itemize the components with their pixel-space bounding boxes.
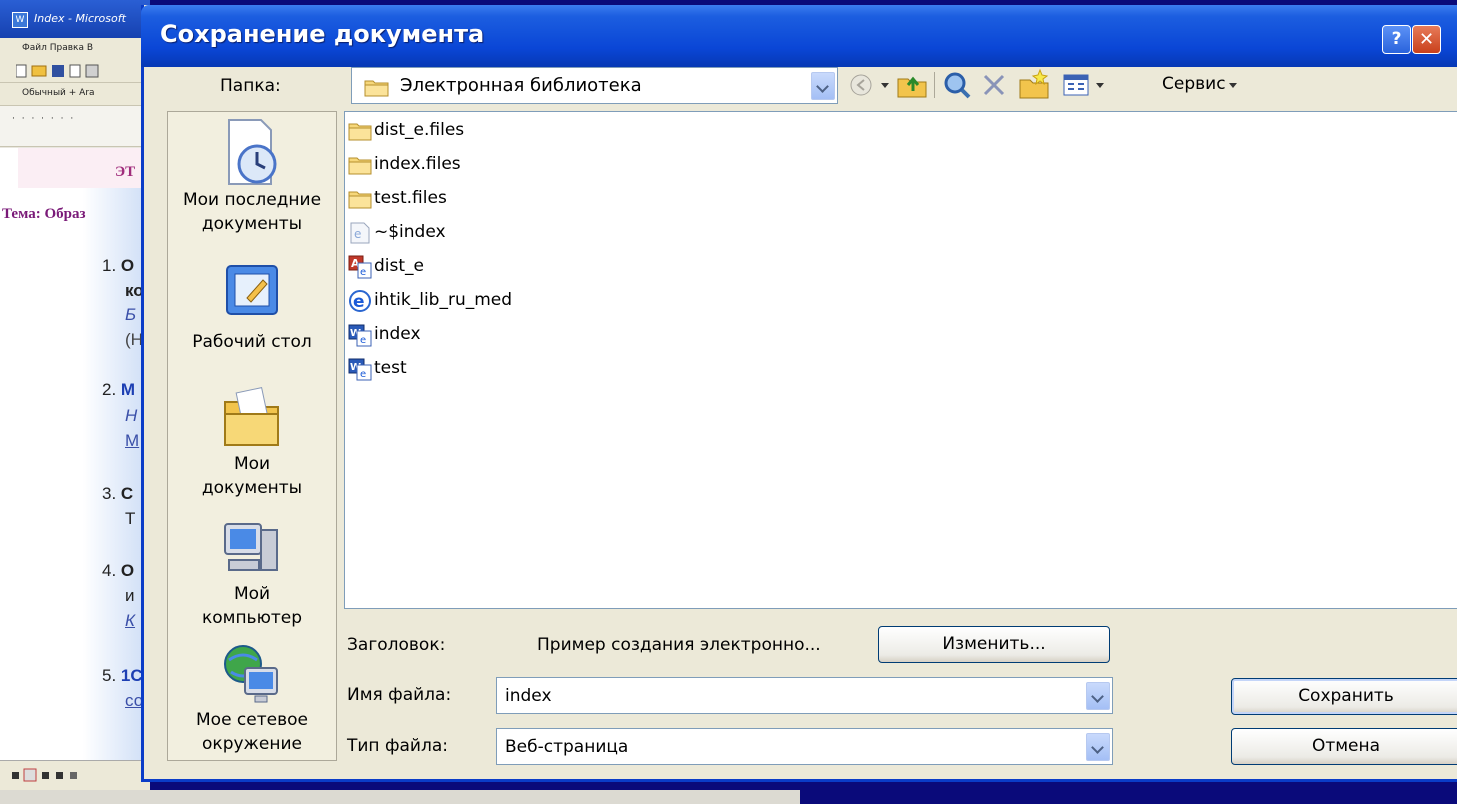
background-ruler: · · · · · · · — [0, 106, 150, 147]
change-title-button[interactable]: Изменить... — [878, 626, 1110, 663]
back-dropdown-icon[interactable] — [881, 83, 889, 88]
folder-value: Электронная библиотека — [400, 75, 642, 96]
file-list[interactable]: dist_e.files index.files test.files e ~$… — [344, 111, 1457, 609]
my-computer-icon — [224, 523, 278, 571]
ie-page-icon: e — [350, 222, 370, 244]
svg-text:e: e — [360, 335, 366, 346]
access-icon: Ae — [348, 255, 372, 279]
folder-icon — [364, 80, 389, 97]
dialog-title-bar[interactable]: Сохранение документа ? ✕ — [141, 5, 1457, 67]
background-toolbar[interactable] — [0, 60, 150, 83]
folder-icon — [348, 123, 372, 141]
background-window-title: Index - Microsoft — [34, 12, 126, 25]
place-my-computer[interactable]: Мой компьютер — [168, 516, 336, 630]
up-folder-icon[interactable] — [896, 71, 928, 99]
dialog-title: Сохранение документа — [160, 20, 485, 48]
my-documents-icon — [224, 387, 279, 446]
toolbar-icons — [15, 63, 126, 82]
folder-icon — [348, 157, 372, 175]
desktop-icon — [226, 265, 278, 315]
filename-label: Имя файла: — [347, 685, 452, 705]
background-menu-bar[interactable]: Файл Правка В — [0, 38, 150, 61]
background-status-bar — [0, 790, 800, 804]
place-desktop[interactable]: Рабочий стол — [168, 258, 336, 354]
style-box[interactable]: Обычный + Ara — [22, 88, 95, 98]
title-value: Пример создания электронно... — [537, 635, 821, 655]
filename-dropdown-arrow[interactable] — [1086, 682, 1110, 710]
background-view-buttons[interactable] — [0, 760, 150, 790]
folder-select[interactable]: Электронная библиотека — [351, 67, 838, 104]
filetype-label: Тип файла: — [347, 736, 448, 756]
network-places-icon — [224, 645, 278, 703]
close-button[interactable]: ✕ — [1412, 25, 1441, 54]
doc-item-1: 1. О — [102, 256, 135, 275]
doc-item-5: 5. 1С — [102, 666, 143, 685]
title-label: Заголовок: — [347, 635, 446, 655]
place-network[interactable]: Мое сетевое окружение — [168, 642, 336, 756]
svg-text:e: e — [354, 227, 361, 241]
ie-icon: e — [349, 290, 371, 312]
svg-text:e: e — [360, 369, 366, 380]
places-bar: Мои последние документы Рабочий стол Мои… — [167, 111, 337, 761]
folder-dropdown-arrow[interactable] — [811, 72, 835, 100]
cancel-button[interactable]: Отмена — [1231, 728, 1457, 765]
search-web-icon[interactable] — [942, 70, 972, 100]
place-recent-documents[interactable]: Мои последние документы — [168, 116, 336, 236]
folder-icon — [348, 191, 372, 209]
word-icon: We — [348, 358, 372, 381]
save-button[interactable]: Сохранить — [1231, 678, 1457, 715]
service-dropdown-icon[interactable] — [1229, 83, 1237, 88]
service-menu[interactable]: Сервис — [1162, 74, 1226, 94]
background-word-window: W Index - Microsoft Файл Правка В Обычны… — [0, 0, 150, 790]
delete-icon[interactable] — [980, 71, 1008, 99]
word-icon: We — [348, 324, 372, 347]
save-document-dialog: Сохранение документа ? ✕ Папка: Электрон… — [141, 5, 1457, 782]
folder-label: Папка: — [220, 76, 281, 96]
background-format-bar[interactable]: Обычный + Ara — [0, 83, 150, 106]
recent-documents-icon — [228, 119, 277, 185]
filename-input[interactable]: index — [496, 677, 1113, 714]
doc-item-2: 2. М — [102, 380, 136, 399]
svg-text:e: e — [353, 292, 365, 312]
word-app-icon: W — [12, 12, 28, 28]
doc-item-4: 4. О — [102, 561, 135, 580]
document-heading: ЭТ — [115, 164, 136, 180]
views-dropdown-icon[interactable] — [1096, 83, 1104, 88]
doc-item-3: 3. С — [102, 484, 134, 503]
views-icon[interactable] — [1062, 72, 1090, 98]
filetype-dropdown-arrow[interactable] — [1086, 733, 1110, 761]
document-tema: Тема: Образ — [2, 206, 86, 222]
background-title-bar: W Index - Microsoft — [0, 0, 150, 38]
new-folder-icon[interactable] — [1018, 68, 1052, 100]
background-document: ЭТ Тема: Образ 1. О ко Б (Н 2. М Н М 3. … — [0, 148, 150, 760]
place-my-documents[interactable]: Мои документы — [168, 380, 336, 500]
help-button[interactable]: ? — [1382, 25, 1411, 54]
svg-text:e: e — [360, 267, 366, 278]
filetype-select[interactable]: Веб-страница — [496, 728, 1113, 765]
back-icon[interactable] — [848, 72, 876, 98]
